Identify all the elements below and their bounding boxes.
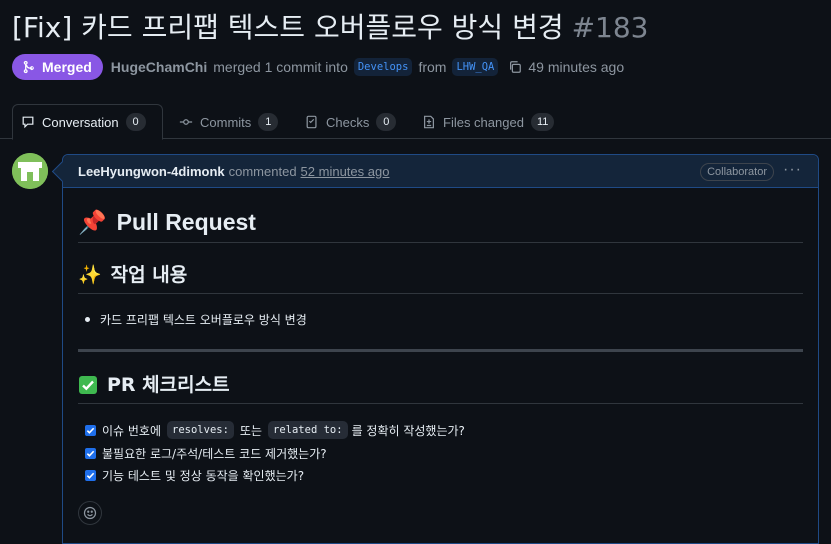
tab-counter: 0 (376, 113, 397, 131)
copy-icon[interactable] (508, 60, 522, 74)
task-text: 불필요한 로그/주석/테스트 코드 제거했는가? (102, 447, 327, 461)
pr-time: 49 minutes ago (528, 59, 625, 75)
pr-title: [Fix] 카드 프리팹 텍스트 오버플로우 방식 변경 (12, 11, 564, 44)
section-divider (78, 349, 803, 352)
tab-checks[interactable]: Checks 0 (297, 104, 404, 140)
heading-divider (78, 242, 803, 243)
smiley-icon (83, 506, 97, 520)
task-text: 또는 (239, 423, 263, 438)
inline-code: related to: (268, 421, 348, 439)
task-text: 를 정확히 작성했는가? (351, 423, 465, 438)
list-item: 카드 프리팹 텍스트 오버플로우 방식 변경 (78, 311, 307, 328)
heading-text: 작업 내용 (110, 264, 188, 286)
comment-header: LeeHyungwon-4dimonk commented 52 minutes… (63, 155, 818, 188)
bullet-dot (85, 317, 90, 322)
sparkles-emoji-icon: ✨ (78, 264, 102, 286)
tab-label: Conversation (42, 114, 119, 130)
pr-author-link[interactable]: HugeChamChi (111, 59, 207, 75)
status-badge: Merged (12, 54, 103, 80)
heading-checklist: PR 체크리스트 (78, 371, 803, 399)
from-text: from (418, 59, 447, 75)
list-item-text: 카드 프리팹 텍스트 오버플로우 방식 변경 (100, 313, 307, 327)
tab-counter: 1 (258, 113, 279, 131)
task-text: 이슈 번호에 (102, 423, 162, 438)
comment-time-link[interactable]: 52 minutes ago (301, 164, 390, 179)
tab-counter: 0 (125, 113, 146, 131)
check-mark-emoji-icon (79, 376, 97, 394)
task-checkbox[interactable] (85, 448, 96, 459)
file-diff-icon (424, 115, 434, 129)
tab-conversation[interactable]: Conversation 0 (12, 104, 163, 140)
tab-commits[interactable]: Commits 1 (171, 104, 286, 140)
tab-label: Commits (200, 114, 252, 130)
tab-label: Files changed (443, 114, 524, 130)
heading-pull-request: 📌 Pull Request (78, 207, 803, 237)
tab-files-changed[interactable]: Files changed 11 (414, 104, 562, 140)
tab-counter: 11 (530, 113, 555, 131)
comment-icon (22, 116, 34, 129)
pr-number: #183 (571, 11, 649, 44)
heading-divider (78, 293, 803, 294)
heading-text: Pull Request (116, 209, 256, 235)
comment-action: commented (228, 163, 297, 179)
tab-label: Checks (326, 114, 370, 130)
heading-divider (78, 403, 803, 404)
heading-work: ✨ 작업 내용 (78, 261, 803, 289)
comment-box: LeeHyungwon-4dimonk commented 52 minutes… (62, 154, 819, 544)
base-branch[interactable]: Develops (353, 58, 413, 76)
pr-title-row: [Fix] 카드 프리팹 텍스트 오버플로우 방식 변경 #183 (12, 8, 649, 48)
task-item: 기능 테스트 및 정상 동작을 확인했는가? (85, 467, 304, 484)
head-branch[interactable]: LHW_QA (452, 58, 499, 76)
heading-text: PR 체크리스트 (107, 374, 230, 396)
status-label: Merged (42, 59, 92, 75)
checklist-icon (306, 115, 317, 129)
task-checkbox[interactable] (85, 470, 96, 481)
avatar[interactable] (12, 153, 48, 189)
task-checkbox[interactable] (85, 424, 96, 436)
pr-meta: Merged HugeChamChi merged 1 commit into … (12, 54, 624, 80)
merge-icon (23, 60, 34, 74)
add-reaction-button[interactable] (78, 501, 102, 525)
kebab-menu-icon[interactable]: ··· (783, 161, 802, 179)
pin-emoji-icon: 📌 (78, 209, 107, 235)
inline-code: resolves: (167, 421, 234, 439)
comment-author-link[interactable]: LeeHyungwon-4dimonk (78, 164, 225, 179)
collaborator-badge: Collaborator (700, 163, 774, 181)
task-item: 불필요한 로그/주석/테스트 코드 제거했는가? (85, 445, 327, 462)
pr-tabs: Conversation 0 Commits 1 Checks 0 Files … (0, 104, 831, 140)
pr-action-text: merged 1 commit into (213, 59, 348, 75)
task-text: 기능 테스트 및 정상 동작을 확인했는가? (102, 469, 305, 483)
task-item: 이슈 번호에 resolves: 또는 related to: 를 정확히 작성… (85, 421, 465, 439)
commit-icon (179, 119, 193, 125)
